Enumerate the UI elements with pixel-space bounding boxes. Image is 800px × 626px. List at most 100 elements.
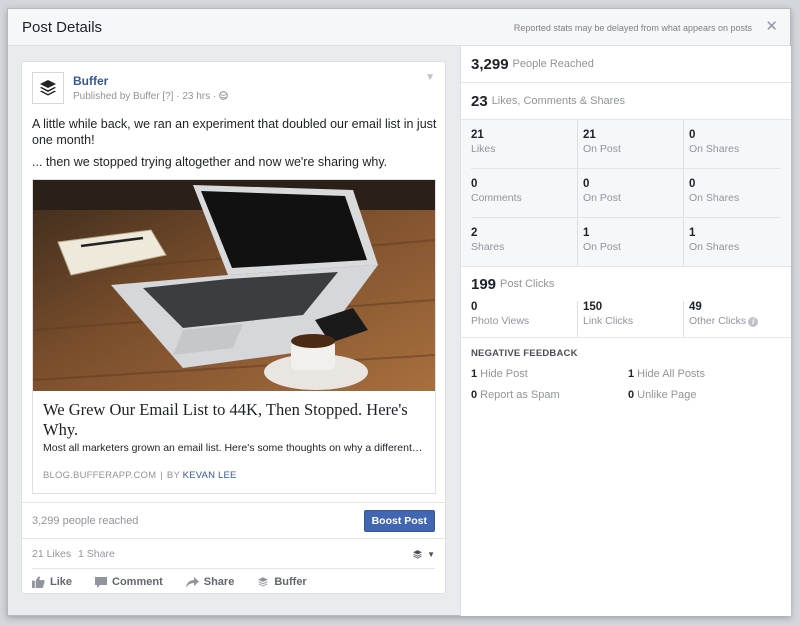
boost-post-button[interactable]: Boost Post — [363, 510, 435, 532]
by-label: BY — [166, 470, 180, 481]
stat-value: 2 — [471, 227, 478, 239]
stat-label: Shares — [471, 241, 505, 253]
stat-value: 1 — [583, 227, 590, 239]
stat-label: Likes, Comments & Shares — [491, 95, 625, 107]
buffer-stack-icon — [258, 577, 269, 587]
stat-label: On Shares — [689, 192, 740, 204]
share-label: Share — [203, 576, 235, 588]
report-spam-stat: 0 Report as Spam — [471, 389, 628, 401]
likes-row: 21 Likes 21 On Post 0 On Shares — [471, 120, 781, 169]
globe-icon — [219, 91, 228, 100]
clicks-breakdown: 0 Photo Views 150 Link Clicks 49 Other Clic… — [471, 301, 781, 337]
post-text-line: A little while back, we ran an experimen… — [32, 117, 437, 147]
stat-label: On Post — [583, 143, 621, 155]
negative-feedback-row: 1 Hide Post 1 Hide All Posts — [471, 363, 781, 384]
stat-value: 21 — [583, 129, 596, 141]
caret-down-icon: ▼ — [427, 549, 435, 559]
comments-row: 0 Comments 0 On Post 0 On Shares — [471, 169, 781, 218]
post-meta-text: Published by Buffer [?] · 23 hrs · — [73, 91, 217, 102]
stat-label: Other Clicks i — [689, 314, 781, 328]
stat-cell: 49 Other Clicks i — [683, 301, 781, 337]
stat-value: 23 — [471, 92, 488, 110]
other-clicks-label: Other Clicks — [689, 315, 747, 327]
like-button[interactable]: Like — [32, 576, 72, 588]
comment-button[interactable]: Comment — [95, 576, 163, 588]
stat-value: 199 — [471, 275, 497, 293]
engagement-breakdown: 21 Likes 21 On Post 0 On Shares 0 Comments 0… — [461, 120, 791, 267]
stat-cell: 2 Shares — [471, 218, 577, 266]
stat-value: 1 — [689, 227, 696, 239]
stat-value: 0 — [471, 388, 478, 401]
comment-label: Comment — [112, 576, 163, 588]
post-text-line: ... then we stopped trying altogether an… — [32, 155, 388, 169]
stat-value: 0 — [583, 178, 590, 190]
link-domain: BLOG.BUFFERAPP.COM — [43, 470, 157, 481]
buffer-label: Buffer — [274, 576, 307, 588]
stat-label: Report as Spam — [480, 388, 560, 401]
post-header: Buffer Published by Buffer [?] · 23 hrs … — [32, 72, 435, 108]
page-name-link[interactable]: Buffer — [73, 74, 108, 88]
stat-value: 3,299 — [471, 55, 509, 73]
post-card: Buffer Published by Buffer [?] · 23 hrs … — [21, 61, 446, 594]
likes-count-link[interactable]: 21 Likes — [32, 548, 71, 560]
stat-value: 150 — [583, 301, 603, 313]
info-icon[interactable]: i — [748, 317, 759, 327]
people-reached-stat: 3,299 People Reached — [461, 46, 791, 83]
post-as-selector[interactable]: ▼ — [412, 549, 435, 560]
link-title[interactable]: We Grew Our Email List to 44K, Then Stop… — [43, 400, 425, 440]
stat-label: Hide All Posts — [637, 367, 705, 380]
stat-label: People Reached — [512, 58, 594, 70]
stat-label: Post Clicks — [500, 278, 555, 290]
stat-value: 0 — [689, 129, 696, 141]
buffer-button[interactable]: Buffer — [257, 576, 307, 588]
stat-label: Unlike Page — [637, 388, 697, 401]
share-button[interactable]: Share — [185, 576, 235, 588]
thumbs-up-icon — [32, 576, 45, 588]
stat-cell: 0 On Shares — [683, 169, 781, 217]
post-message: A little while back, we ran an experimen… — [32, 116, 437, 176]
comment-icon — [95, 576, 108, 588]
dialog-title: Post Details — [22, 18, 103, 36]
stat-label: On Post — [583, 241, 621, 253]
like-label: Like — [50, 576, 73, 588]
stat-label: On Shares — [689, 143, 740, 155]
shares-row: 2 Shares 1 On Post 1 On Shares — [471, 218, 781, 266]
stat-cell: 0 Photo Views — [471, 301, 577, 337]
stat-label: Comments — [471, 192, 522, 204]
negative-feedback-row: 0 Report as Spam 0 Unlike Page — [471, 384, 781, 405]
stat-label: Link Clicks — [583, 315, 634, 327]
laptop-on-desk-photo — [33, 180, 435, 391]
reaction-counts: 21 Likes 1 Share — [32, 548, 119, 560]
link-preview[interactable]: We Grew Our Email List to 44K, Then Stop… — [32, 179, 436, 494]
stat-value: 1 — [471, 367, 478, 380]
stat-value: 0 — [628, 388, 635, 401]
stat-label: Likes — [471, 143, 496, 155]
stat-cell: 1 On Shares — [683, 218, 781, 266]
close-icon[interactable]: ✕ — [765, 17, 778, 35]
engagement-stat: 23 Likes, Comments & Shares — [461, 83, 791, 120]
buffer-logo-avatar[interactable] — [32, 72, 64, 104]
stats-delay-note: Reported stats may be delayed from what … — [513, 23, 752, 33]
stat-label: On Post — [583, 192, 621, 204]
chevron-down-icon[interactable]: ▼ — [425, 72, 435, 83]
stat-label: On Shares — [689, 241, 740, 253]
unlike-page-stat: 0 Unlike Page — [628, 389, 785, 401]
stat-value: 0 — [689, 178, 696, 190]
share-arrow-icon — [185, 576, 199, 587]
dialog-header: Post Details Reported stats may be delay… — [8, 9, 790, 46]
stat-cell: 0 On Shares — [683, 120, 781, 168]
stat-value: 1 — [628, 367, 635, 380]
stat-label: Hide Post — [480, 367, 528, 380]
shares-count-link[interactable]: 1 Share — [78, 548, 115, 560]
author-link[interactable]: KEVAN LEE — [183, 470, 237, 481]
stat-value: 21 — [471, 129, 484, 141]
stat-label: Photo Views — [471, 315, 530, 327]
buffer-stack-icon — [40, 80, 56, 96]
stat-value: 0 — [471, 301, 478, 313]
post-clicks-stat: 199 Post Clicks — [471, 267, 781, 301]
hide-post-stat: 1 Hide Post — [471, 368, 628, 380]
link-description: Most all marketers grown an email list. … — [43, 442, 423, 454]
stat-value: 0 — [471, 178, 478, 190]
post-clicks-section: 199 Post Clicks 0 Photo Views 150 Link Cli… — [461, 267, 791, 338]
stat-cell: 150 Link Clicks — [577, 301, 683, 337]
